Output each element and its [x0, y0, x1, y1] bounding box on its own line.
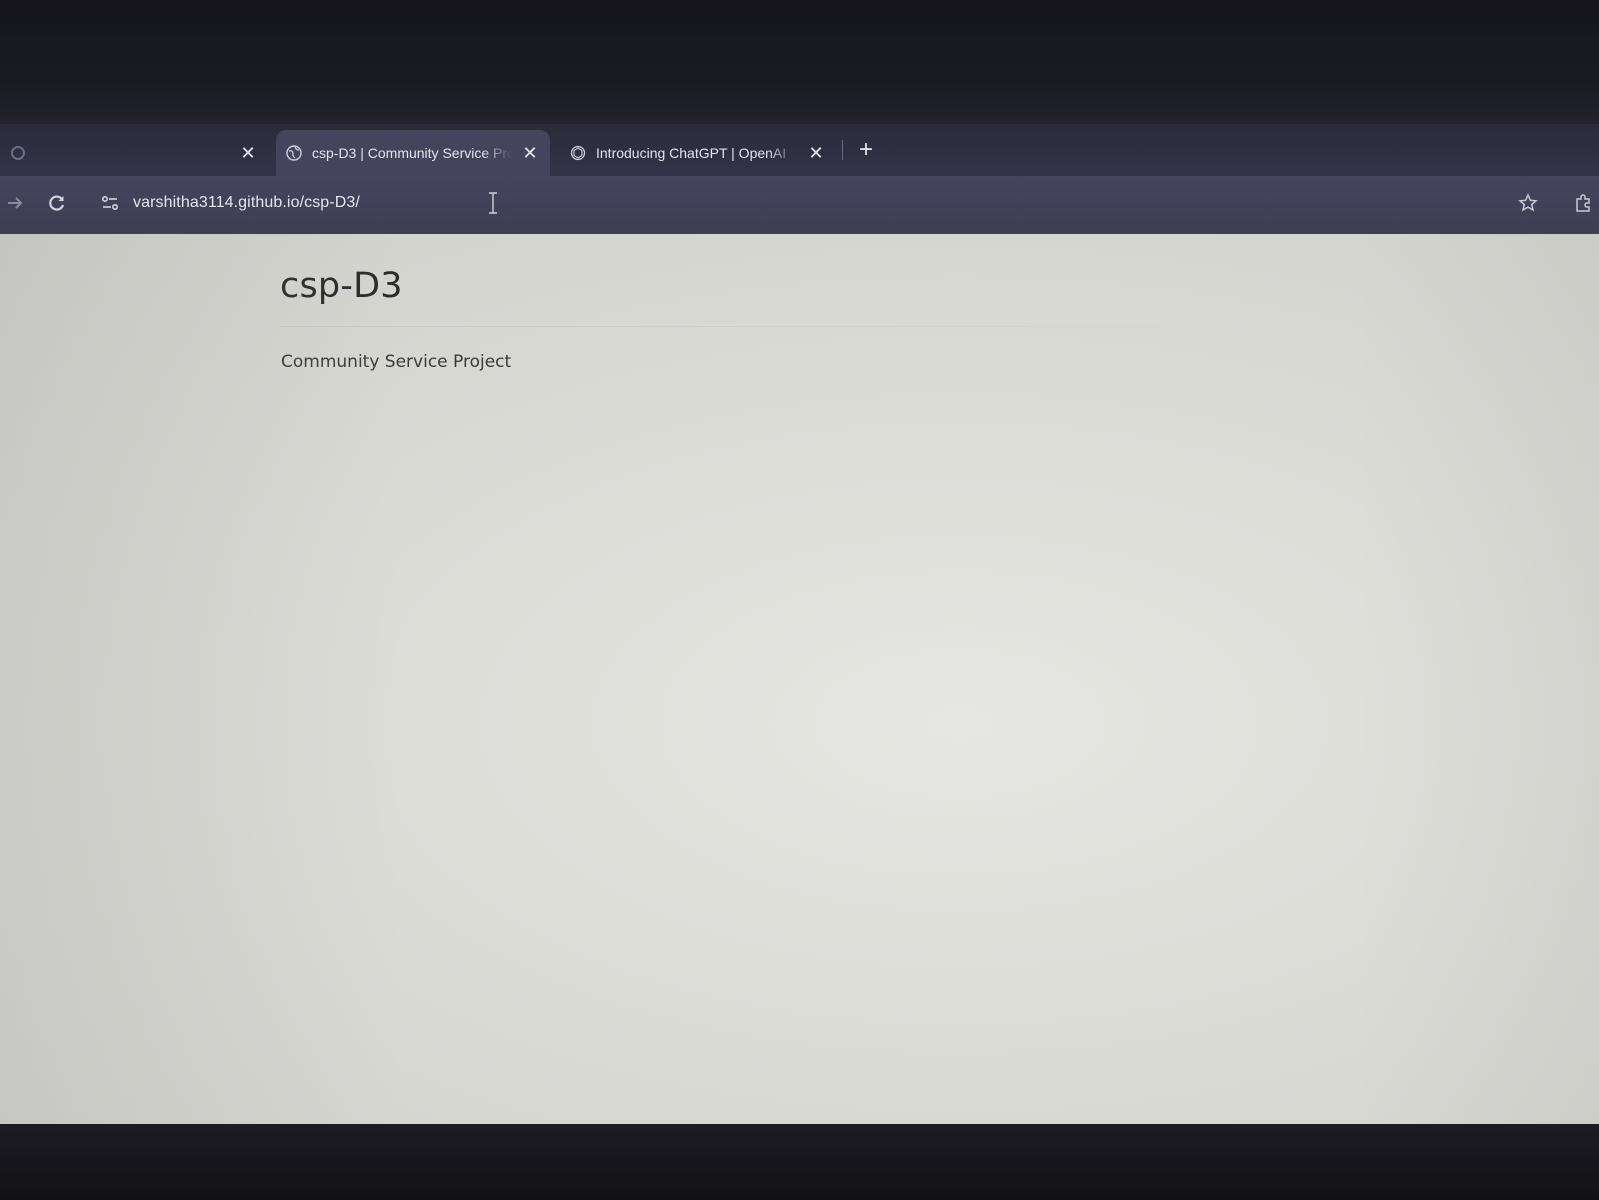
tab-chatgpt[interactable]: Introducing ChatGPT | OpenAI ✕ [560, 130, 836, 176]
browser-toolbar: varshitha3114.github.io/csp-D3/ [0, 176, 1599, 234]
monitor-bezel-top [0, 0, 1599, 128]
site-info-icon[interactable] [98, 188, 122, 218]
tab-close-button[interactable]: ✕ [238, 143, 258, 163]
puzzle-icon[interactable] [1570, 190, 1596, 216]
title-divider [280, 326, 1400, 327]
page-title: csp-D3 [280, 266, 403, 306]
tab-close-button[interactable]: ✕ [520, 143, 540, 163]
globe-icon [286, 145, 302, 161]
tab-favicon-icon [10, 145, 26, 161]
page-description: Community Service Project [281, 352, 512, 372]
tab-strip: ✕ csp-D3 | Community Service Project ✕ I… [0, 124, 1599, 178]
page-viewport: csp-D3 Community Service Project [0, 234, 1599, 1124]
new-tab-button[interactable]: + [854, 138, 878, 162]
tab-title: Introducing ChatGPT | OpenAI [596, 145, 787, 161]
tab-close-button[interactable]: ✕ [806, 143, 826, 163]
star-icon[interactable] [1515, 190, 1541, 216]
tab-csp-d3[interactable]: csp-D3 | Community Service Project ✕ [276, 130, 550, 176]
tab-title: csp-D3 | Community Service Project [312, 145, 512, 161]
address-bar-url[interactable]: varshitha3114.github.io/csp-D3/ [133, 188, 360, 218]
tab-separator [842, 140, 843, 160]
reload-icon[interactable] [42, 188, 72, 218]
monitor-bezel-bottom [0, 1124, 1599, 1200]
openai-logo-icon [570, 145, 586, 161]
back-arrow-icon[interactable] [0, 188, 30, 218]
tab-first[interactable]: ✕ [0, 130, 268, 176]
text-cursor-icon [488, 192, 498, 214]
